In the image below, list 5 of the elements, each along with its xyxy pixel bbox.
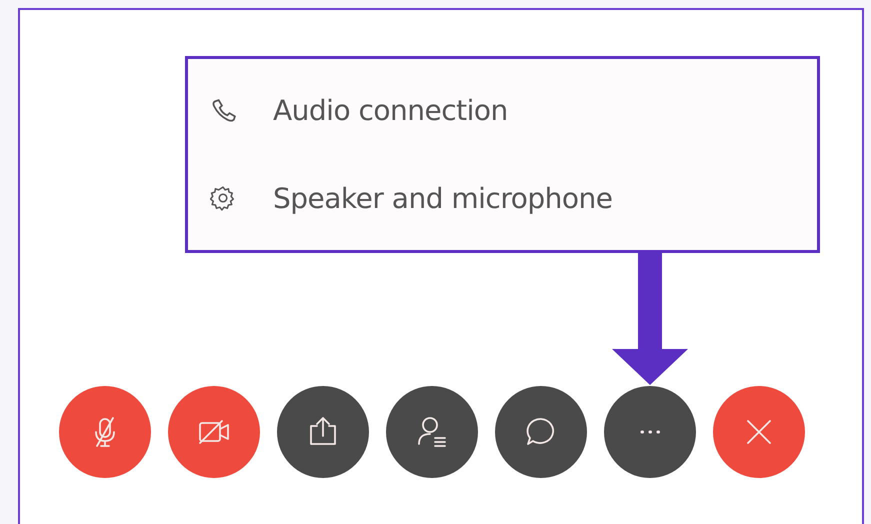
- menu-item[interactable]: Speaker and microphone: [188, 182, 817, 215]
- menu-item[interactable]: Audio connection: [188, 94, 817, 128]
- phone-icon: [210, 98, 236, 124]
- settings-icon: [210, 185, 236, 212]
- ellipsis-icon: [640, 430, 660, 434]
